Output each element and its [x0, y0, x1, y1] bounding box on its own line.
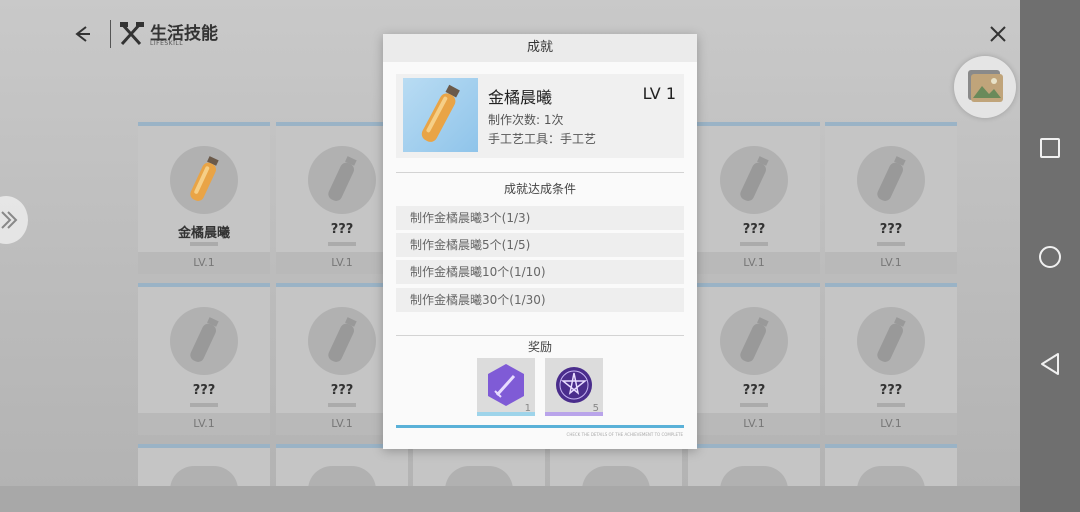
- card-level: LV.1: [138, 413, 270, 435]
- divider: [396, 172, 684, 173]
- card-name: ???: [879, 222, 903, 237]
- achievement-progress-fill: [396, 425, 684, 428]
- card-name: ???: [879, 383, 903, 398]
- skill-card-partial[interactable]: [825, 444, 957, 490]
- reward-item[interactable]: 5: [545, 358, 603, 416]
- locked-vial-icon: [740, 317, 769, 362]
- craft-count: 制作次数: 1次: [488, 113, 564, 127]
- item-icon-circle: [170, 307, 238, 375]
- card-progress-bar: [740, 403, 768, 407]
- card-progress-bar: [877, 403, 905, 407]
- card-progress-bar: [190, 242, 218, 246]
- locked-vial-icon: [877, 317, 906, 362]
- achievement-modal: 成就 金橘晨曦 LV 1 制作次数: 1次 手工艺工具：手工艺 成就达成条件 制…: [383, 34, 697, 449]
- card-name: ???: [192, 383, 216, 398]
- orange-vial-icon: [190, 156, 219, 201]
- bottom-shade: [0, 486, 1020, 512]
- skill-card[interactable]: ??? LV.1: [688, 283, 820, 435]
- skill-card[interactable]: ??? LV.1: [825, 122, 957, 274]
- condition-row: 制作金橘晨曦10个(1/10): [396, 260, 684, 284]
- item-icon-circle: [170, 146, 238, 214]
- card-name: ???: [742, 222, 766, 237]
- locked-vial-icon: [190, 317, 219, 362]
- card-name: ???: [742, 383, 766, 398]
- item-icon-circle: [857, 307, 925, 375]
- home-button[interactable]: [1039, 246, 1061, 268]
- condition-row: 制作金橘晨曦3个(1/3): [396, 206, 684, 230]
- card-progress-bar: [877, 242, 905, 246]
- skill-card[interactable]: 金橘晨曦 LV.1: [138, 122, 270, 274]
- skill-card[interactable]: ??? LV.1: [825, 283, 957, 435]
- locked-vial-icon: [328, 317, 357, 362]
- item-level: LV 1: [642, 84, 676, 103]
- system-nav-bar: [1020, 0, 1080, 512]
- card-progress-bar: [740, 242, 768, 246]
- recents-button[interactable]: [1040, 138, 1060, 158]
- nav-back-button[interactable]: [1039, 352, 1061, 380]
- reward-rarity-stripe: [545, 412, 603, 416]
- close-icon[interactable]: [986, 22, 1010, 46]
- item-icon-circle: [857, 146, 925, 214]
- modal-title: 成就: [383, 34, 697, 62]
- skill-card-partial[interactable]: [413, 444, 545, 490]
- conditions-title: 成就达成条件: [503, 182, 576, 196]
- card-progress-bar: [328, 242, 356, 246]
- item-icon-circle: [720, 307, 788, 375]
- orange-vial-icon: [421, 84, 460, 142]
- skill-card-partial[interactable]: [688, 444, 820, 490]
- card-progress-bar: [190, 403, 218, 407]
- locked-vial-icon: [877, 156, 906, 201]
- back-arrow-icon[interactable]: [70, 22, 94, 46]
- header-divider: [110, 20, 111, 48]
- condition-row: 制作金橘晨曦5个(1/5): [396, 233, 684, 257]
- item-icon-circle: [308, 307, 376, 375]
- card-progress-bar: [328, 403, 356, 407]
- skill-card[interactable]: ??? LV.1: [138, 283, 270, 435]
- gallery-button[interactable]: [954, 56, 1016, 118]
- skill-card[interactable]: ??? LV.1: [688, 122, 820, 274]
- skill-card-partial[interactable]: [276, 444, 408, 490]
- card-level: LV.1: [825, 252, 957, 274]
- skill-card-partial[interactable]: [550, 444, 682, 490]
- card-name: 金橘晨曦: [177, 226, 230, 241]
- reward-item[interactable]: 1: [477, 358, 535, 416]
- gallery-icon: [968, 70, 1003, 102]
- page-subtitle: LIFESKILL: [150, 40, 184, 47]
- item-summary: 金橘晨曦 LV 1 制作次数: 1次 手工艺工具：手工艺: [396, 74, 684, 158]
- reward-rarity-stripe: [477, 412, 535, 416]
- item-icon-circle: [308, 146, 376, 214]
- locked-vial-icon: [328, 156, 357, 201]
- card-level: LV.1: [688, 252, 820, 274]
- achievement-progress-track: [396, 425, 684, 428]
- condition-row: 制作金橘晨曦30个(1/30): [396, 288, 684, 312]
- craft-tool: 手工艺工具：手工艺: [488, 132, 597, 146]
- double-chevron-right-icon: [1, 211, 18, 229]
- crossed-tools-icon: [118, 20, 146, 48]
- card-level: LV.1: [688, 413, 820, 435]
- footer-fine-print: CHECK THE DETAILS OF THE ACHIEVEMENT TO …: [566, 432, 683, 437]
- locked-vial-icon: [740, 156, 769, 201]
- triangle-back-icon: [1041, 353, 1059, 375]
- item-name: 金橘晨曦: [488, 88, 553, 107]
- item-icon-circle: [720, 146, 788, 214]
- skill-card-partial[interactable]: [138, 444, 270, 490]
- card-level: LV.1: [138, 252, 270, 274]
- card-level: LV.1: [825, 413, 957, 435]
- divider: [396, 335, 684, 336]
- item-thumbnail: [403, 78, 478, 152]
- expand-side-button[interactable]: [0, 196, 28, 244]
- rewards-title: 奖励: [527, 340, 552, 354]
